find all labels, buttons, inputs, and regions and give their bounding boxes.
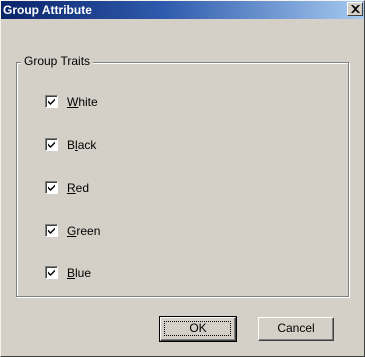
group-traits-legend: Group Traits bbox=[21, 54, 94, 68]
checkbox-black-box[interactable] bbox=[45, 138, 58, 151]
checkmark-icon bbox=[48, 141, 55, 148]
cancel-button-label: Cancel bbox=[277, 321, 315, 335]
close-button[interactable] bbox=[347, 2, 363, 16]
checkbox-green-box[interactable] bbox=[45, 224, 58, 237]
close-icon bbox=[351, 5, 360, 13]
title-bar[interactable]: Group Attribute bbox=[1, 1, 364, 19]
checkbox-blue-box[interactable] bbox=[45, 266, 58, 279]
ok-button[interactable]: OK bbox=[159, 316, 237, 342]
window-title: Group Attribute bbox=[3, 3, 92, 17]
group-traits-box bbox=[16, 62, 349, 297]
checkbox-red-box[interactable] bbox=[45, 181, 58, 194]
ok-button-label: OK bbox=[189, 321, 207, 335]
checkbox-blue-label: Blue bbox=[67, 266, 92, 280]
checkmark-icon bbox=[48, 184, 55, 191]
checkmark-icon bbox=[48, 98, 55, 105]
checkbox-black-label: Black bbox=[67, 138, 97, 152]
dialog-window: Group Attribute Group Traits White Black… bbox=[0, 0, 365, 357]
checkbox-green-label: Green bbox=[67, 224, 101, 238]
checkbox-white-box[interactable] bbox=[45, 95, 58, 108]
checkmark-icon bbox=[48, 227, 55, 234]
checkbox-red-label: Red bbox=[67, 181, 90, 195]
checkmark-icon bbox=[48, 269, 55, 276]
checkbox-white-label: White bbox=[67, 95, 98, 109]
cancel-button[interactable]: Cancel bbox=[258, 317, 334, 341]
